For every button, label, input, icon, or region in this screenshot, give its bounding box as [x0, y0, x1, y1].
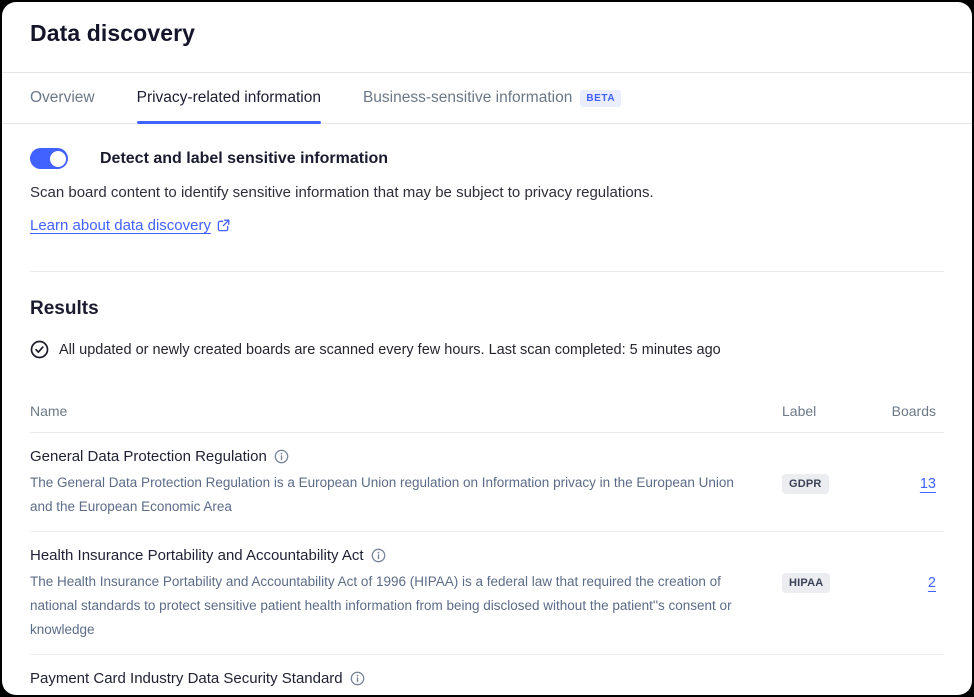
row-title: Health Insurance Portability and Account… [30, 547, 752, 564]
table-row-gdpr: General Data Protection Regulation The G… [30, 433, 944, 532]
page-title: Data discovery [30, 20, 944, 47]
detect-description: Scan board content to identify sensitive… [30, 184, 944, 201]
regulation-name: Health Insurance Portability and Account… [30, 547, 364, 564]
regulation-description: The Payment Card Industry Data Security … [30, 693, 752, 695]
regulation-description: The General Data Protection Regulation i… [30, 471, 752, 519]
tab-business-sensitive-information[interactable]: Business-sensitive information BETA [363, 73, 621, 123]
tab-privacy-related-information[interactable]: Privacy-related information [137, 73, 321, 123]
check-circle-icon [30, 340, 49, 359]
row-title: Payment Card Industry Data Security Stan… [30, 670, 752, 687]
tab-overview-label: Overview [30, 89, 95, 107]
scan-status-text: All updated or newly created boards are … [59, 342, 721, 358]
results-heading: Results [30, 298, 944, 320]
info-icon[interactable] [274, 449, 289, 464]
tab-business-label: Business-sensitive information [363, 89, 572, 107]
scan-status-row: All updated or newly created boards are … [30, 340, 944, 359]
label-badge: HIPAA [782, 573, 830, 593]
data-discovery-panel: Data discovery Overview Privacy-related … [2, 2, 972, 695]
external-link-icon [217, 219, 230, 232]
boards-count-link[interactable]: 13 [920, 476, 936, 492]
row-title: General Data Protection Regulation [30, 448, 752, 465]
label-badge: GDPR [782, 474, 829, 494]
detect-settings-section: Detect and label sensitive information S… [2, 124, 972, 235]
detect-toggle[interactable] [30, 148, 68, 169]
tab-overview[interactable]: Overview [30, 73, 95, 123]
regulation-description: The Health Insurance Portability and Acc… [30, 570, 752, 642]
tab-bar: Overview Privacy-related information Bus… [2, 72, 972, 124]
table-header: Name Label Boards [30, 389, 944, 433]
table-row-pci-dss: Payment Card Industry Data Security Stan… [30, 655, 944, 695]
header: Data discovery [2, 2, 972, 72]
regulation-name: General Data Protection Regulation [30, 448, 267, 465]
table-row-hipaa: Health Insurance Portability and Account… [30, 532, 944, 655]
info-icon[interactable] [350, 671, 365, 686]
learn-about-link-label: Learn about data discovery [30, 217, 211, 234]
column-header-label: Label [782, 403, 882, 419]
regulations-table: Name Label Boards General Data Protectio… [2, 389, 972, 695]
column-header-name: Name [30, 403, 782, 419]
results-section: Results All updated or newly created boa… [2, 272, 972, 359]
column-header-boards: Boards [882, 403, 944, 419]
learn-about-link[interactable]: Learn about data discovery [30, 217, 230, 234]
beta-badge: BETA [580, 90, 621, 107]
toggle-knob [50, 151, 66, 167]
regulation-name: Payment Card Industry Data Security Stan… [30, 670, 343, 687]
info-icon[interactable] [371, 548, 386, 563]
boards-count-link[interactable]: 2 [928, 575, 936, 591]
tab-privacy-label: Privacy-related information [137, 89, 321, 107]
detect-toggle-label: Detect and label sensitive information [100, 150, 388, 168]
